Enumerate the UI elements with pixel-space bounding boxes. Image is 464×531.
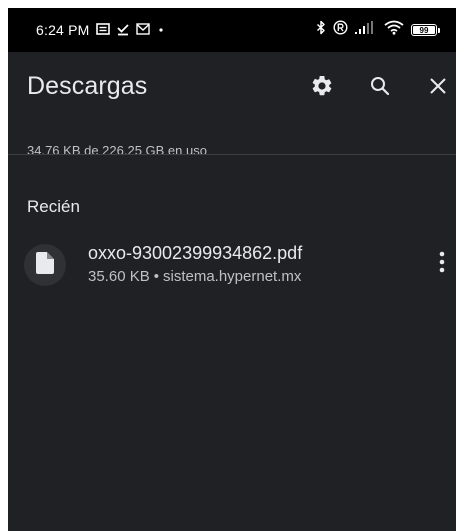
status-bar-right: 99: [316, 20, 440, 40]
status-bar: 6:24 PM 99: [8, 8, 456, 52]
file-icon-container: [24, 244, 66, 286]
dot-icon: [156, 22, 166, 38]
page-title: Descargas: [27, 72, 148, 100]
status-time: 6:24 PM: [36, 22, 90, 38]
battery-icon: 99: [411, 24, 437, 36]
bluetooth-icon: [316, 20, 326, 40]
gear-icon: [310, 74, 334, 103]
item-overflow-menu-button[interactable]: [430, 246, 454, 282]
file-name: oxxo-93002399934862.pdf: [88, 243, 303, 263]
file-icon: [36, 251, 54, 279]
storage-usage-text: 34.76 KB de 226.25 GB en uso: [27, 143, 207, 158]
close-button[interactable]: [420, 70, 456, 106]
signal-icon: [355, 21, 377, 39]
download-done-icon: [116, 22, 130, 39]
file-source: sistema.hypernet.mx: [162, 268, 302, 285]
search-button[interactable]: [362, 70, 398, 106]
notes-icon: [95, 22, 110, 38]
section-header-recent: Recién: [27, 197, 80, 216]
mail-icon: [135, 22, 150, 38]
file-details: 35.60 KB • sistema.hypernet.mx: [88, 268, 301, 285]
more-vert-icon: [439, 251, 445, 278]
downloads-screen: 6:24 PM 99 Descargas 34.76 KB de 226.25 …: [8, 8, 456, 531]
wifi-icon: [384, 20, 404, 40]
settings-button[interactable]: [304, 70, 340, 106]
file-size: 35.60 KB: [88, 268, 150, 285]
battery-level: 99: [419, 25, 429, 35]
status-bar-left: 6:24 PM: [36, 21, 166, 39]
battery-tip: [438, 27, 440, 33]
registered-icon: [333, 20, 348, 40]
download-item[interactable]: oxxo-93002399934862.pdf 35.60 KB • sistema…: [8, 234, 456, 296]
close-icon: [428, 76, 448, 101]
search-icon: [369, 75, 391, 102]
details-separator: •: [153, 268, 159, 285]
divider: [8, 154, 456, 155]
app-bar: Descargas: [8, 52, 456, 132]
